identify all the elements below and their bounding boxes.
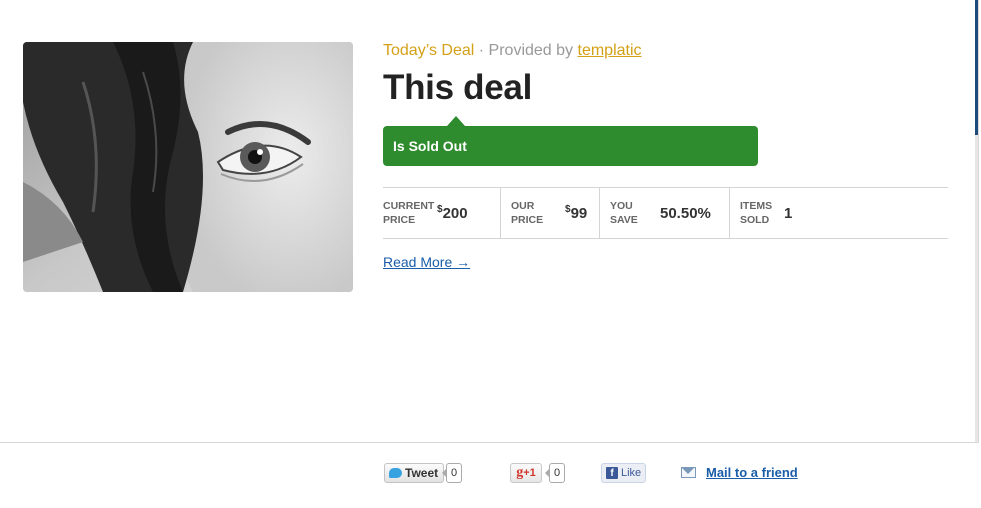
mail-to-friend: Mail to a friend: [681, 465, 798, 480]
stat-label-line: PRICE: [383, 214, 416, 226]
like-label: Like: [621, 467, 642, 479]
sold-out-banner: Is Sold Out: [383, 116, 758, 166]
stat-label-line: SOLD: [740, 214, 770, 226]
stat-label-line: PRICE: [511, 214, 544, 226]
scroll-edge: [975, 0, 978, 135]
provider-link[interactable]: templatic: [578, 42, 642, 59]
stat-label-line: CURRENT: [383, 200, 435, 212]
twitter-bird-icon: [389, 468, 402, 478]
tweet-label: Tweet: [405, 466, 439, 480]
deal-title: This deal: [383, 68, 533, 107]
stat-amount: 99: [570, 205, 588, 222]
plus-one-label: +1: [523, 467, 536, 479]
deal-panel: Today’s Deal · Provided by templatic Thi…: [0, 0, 979, 508]
todays-deal-label: Today’s Deal: [383, 42, 475, 59]
stat-label-line: OUR: [511, 200, 535, 212]
google-plus-button[interactable]: g+1: [510, 463, 542, 483]
envelope-icon: [681, 467, 696, 478]
stat-current-price: CURRENT PRICE $200: [383, 188, 500, 238]
stat-value: 50.50%: [660, 205, 711, 222]
stat-value: 1: [784, 205, 792, 222]
stat-value: $200: [437, 204, 468, 222]
read-more-link[interactable]: Read More →: [383, 254, 470, 270]
deal-image[interactable]: [23, 42, 353, 292]
stat-label: ITEMS SOLD: [740, 199, 784, 227]
stat-label: OUR PRICE: [511, 199, 565, 227]
banner-arrow: [447, 116, 465, 126]
stat-label-line: SAVE: [610, 214, 638, 226]
deal-stats: CURRENT PRICE $200 OUR PRICE $99 YOU SAV…: [383, 187, 948, 239]
stat-amount: 200: [442, 205, 468, 222]
stat-label-line: ITEMS: [740, 200, 773, 212]
stat-amount: 50.50%: [660, 204, 711, 222]
facebook-icon: f: [606, 467, 618, 479]
facebook-like-button[interactable]: f Like: [601, 463, 647, 483]
stat-items-sold: ITEMS SOLD 1: [729, 188, 849, 238]
provider-line: Today’s Deal · Provided by templatic: [383, 40, 949, 62]
google-plus-count: 0: [544, 463, 566, 483]
stat-label: CURRENT PRICE: [383, 199, 437, 227]
stat-label: YOU SAVE: [610, 199, 660, 227]
tweet-button[interactable]: Tweet: [384, 463, 445, 483]
deal-photo: [23, 42, 353, 292]
sold-out-label: Is Sold Out: [393, 138, 467, 154]
tweet-count: 0: [441, 463, 463, 483]
stat-label-line: YOU: [610, 200, 633, 212]
social-share-bar: Tweet 0 g+1 0 f Like Mail to a friend: [0, 443, 979, 508]
stat-amount: 1: [784, 204, 793, 222]
deal-info: Today’s Deal · Provided by templatic Thi…: [383, 40, 949, 270]
mail-to-friend-link[interactable]: Mail to a friend: [706, 465, 798, 480]
provided-by-label: Provided by: [488, 42, 574, 59]
stat-you-save: YOU SAVE 50.50%: [599, 188, 729, 238]
separator-dot: ·: [478, 42, 485, 59]
stat-our-price: OUR PRICE $99: [500, 188, 599, 238]
stat-value: $99: [565, 204, 587, 222]
